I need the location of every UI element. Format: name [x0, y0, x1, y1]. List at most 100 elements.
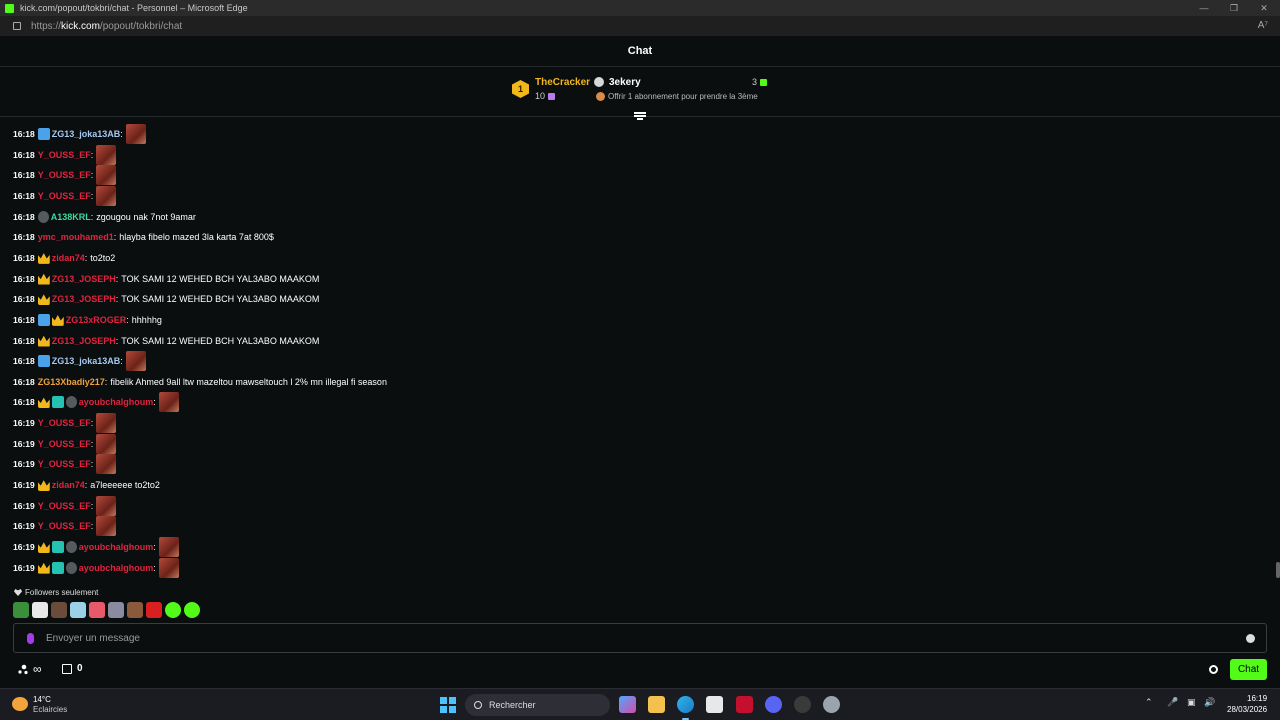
crown-badge-icon[interactable] [51, 315, 64, 326]
user-settings-icon[interactable] [18, 664, 29, 675]
emote-image[interactable] [96, 433, 117, 454]
weather-description[interactable]: Eclaircies [33, 705, 67, 714]
message-username[interactable]: zidan74 [52, 480, 85, 490]
emote-image[interactable] [96, 144, 117, 165]
microphone-icon[interactable] [27, 632, 34, 644]
message-username[interactable]: ZG13_JOSEPH [52, 274, 116, 284]
message-username[interactable]: ZG13xROGER [66, 315, 127, 325]
app-icon[interactable] [794, 696, 811, 713]
message-username[interactable]: ayoubchalghoum [79, 397, 154, 407]
message-username[interactable]: ZG13_joka13AB [52, 129, 121, 139]
crown-badge-icon[interactable] [37, 253, 50, 264]
crown-badge-icon[interactable] [37, 335, 50, 347]
quick-emote-icon[interactable] [108, 602, 124, 618]
bolt-badge-icon[interactable] [37, 128, 50, 140]
quick-emote-icon[interactable] [32, 602, 48, 618]
message-username[interactable]: Y_OUSS_EF [38, 418, 91, 428]
quick-emote-icon[interactable] [13, 602, 29, 618]
message-username[interactable]: Y_OUSS_EF [38, 521, 91, 531]
message-username[interactable]: Y_OUSS_EF [38, 170, 91, 180]
top-gifter-name[interactable]: TheCracker [535, 77, 590, 88]
message-username[interactable]: ZG13_JOSEPH [52, 294, 116, 304]
minimize-button[interactable]: — [1188, 0, 1220, 16]
emote-image[interactable] [125, 351, 146, 372]
message-username[interactable]: A138KRL [51, 212, 91, 222]
message-username[interactable]: ayoubchalghoum [79, 542, 154, 552]
quick-emote-icon[interactable] [51, 602, 67, 618]
infinity-icon[interactable]: ∞ [33, 662, 42, 676]
crown-badge-icon[interactable] [37, 273, 50, 285]
send-chat-button[interactable]: Chat [1230, 659, 1267, 680]
gift-offer-text[interactable]: Offrir 1 abonnement pour prendre la 3ème [608, 92, 758, 101]
message-username[interactable]: ZG13_JOSEPH [52, 336, 116, 346]
emote-image[interactable] [96, 516, 117, 537]
crown-badge-icon[interactable] [37, 562, 50, 574]
og-badge-icon[interactable] [51, 396, 64, 409]
windows-start-icon[interactable] [440, 697, 456, 713]
crown-badge-icon[interactable] [37, 480, 50, 492]
clock-date[interactable]: 28/03/2026 [1227, 705, 1267, 714]
message-username[interactable]: ayoubchalghoum [79, 563, 154, 573]
restore-button[interactable]: ❐ [1218, 0, 1250, 16]
message-username[interactable]: Y_OUSS_EF [38, 150, 91, 160]
emote-image[interactable] [158, 392, 179, 413]
weather-icon[interactable] [12, 697, 28, 711]
message-username[interactable]: Y_OUSS_EF [38, 191, 91, 201]
message-input[interactable] [46, 632, 1246, 644]
quick-emote-icon[interactable] [89, 602, 105, 618]
og-badge-icon[interactable] [51, 541, 64, 553]
emote-image[interactable] [125, 124, 146, 144]
crown-badge-icon[interactable] [37, 294, 50, 306]
figure-badge-icon[interactable] [65, 396, 77, 409]
quick-emote-icon[interactable] [70, 602, 86, 618]
address-bar[interactable]: https://kick.com/popout/tokbri/chat A⁷ [0, 16, 1280, 36]
emote-image[interactable] [158, 537, 179, 557]
message-input-box[interactable] [13, 623, 1267, 653]
emote-image[interactable] [158, 557, 179, 578]
quick-emote-icon[interactable] [165, 602, 181, 618]
emote-image[interactable] [96, 165, 117, 186]
figure-badge-icon[interactable] [65, 561, 77, 574]
settings-icon[interactable] [823, 696, 840, 713]
microsoft-store-icon[interactable] [706, 696, 723, 713]
chevron-up-icon[interactable]: ⌃ [1145, 697, 1153, 708]
store-icon[interactable] [62, 664, 72, 674]
emote-image[interactable] [96, 454, 117, 475]
emote-image[interactable] [96, 185, 117, 206]
second-gifter-name[interactable]: 3ekery [609, 77, 641, 88]
emote-image[interactable] [96, 495, 117, 516]
message-username[interactable]: Y_OUSS_EF [38, 439, 91, 449]
emoji-picker-icon[interactable] [1246, 633, 1255, 643]
message-username[interactable]: ymc_mouhamed1 [38, 232, 114, 242]
message-username[interactable]: ZG13_joka13AB [52, 356, 121, 366]
quick-emote-icon[interactable] [127, 602, 143, 618]
edge-browser-icon[interactable] [677, 696, 694, 720]
close-button[interactable]: ✕ [1248, 0, 1280, 16]
message-username[interactable]: zidan74 [52, 253, 85, 263]
discord-icon[interactable] [765, 696, 782, 713]
quick-emote-icon[interactable] [184, 602, 200, 618]
acrobat-icon[interactable] [736, 696, 753, 713]
network-icon[interactable]: ▣ [1187, 697, 1196, 708]
bolt-badge-icon[interactable] [37, 355, 50, 368]
volume-icon[interactable]: 🔊 [1204, 697, 1215, 708]
copilot-icon[interactable] [619, 696, 636, 713]
figure-badge-icon[interactable] [65, 541, 77, 553]
chat-messages-list[interactable]: 16:18 ZG13_joka13AB:16:18 Y_OUSS_EF:16:18 Y… [0, 124, 1280, 584]
clock-time[interactable]: 16:19 [1247, 694, 1267, 703]
emote-image[interactable] [96, 413, 117, 434]
taskbar-search[interactable]: Rechercher [465, 694, 610, 716]
chat-scrollbar[interactable] [1276, 562, 1280, 578]
figure-badge-icon[interactable] [37, 210, 49, 223]
og-badge-icon[interactable] [51, 561, 64, 574]
weather-temperature[interactable]: 14°C [33, 695, 51, 704]
message-username[interactable]: Y_OUSS_EF [38, 501, 91, 511]
collapse-pinned-icon[interactable] [634, 112, 646, 120]
message-username[interactable]: ZG13Xbadiy217 [38, 377, 105, 387]
microphone-tray-icon[interactable]: 🎤 [1167, 697, 1178, 708]
crown-badge-icon[interactable] [37, 397, 50, 409]
crown-badge-icon[interactable] [37, 542, 50, 553]
quick-emote-icon[interactable] [146, 602, 162, 618]
read-aloud-icon[interactable]: A⁷ [1258, 20, 1268, 31]
message-username[interactable]: Y_OUSS_EF [38, 459, 91, 469]
